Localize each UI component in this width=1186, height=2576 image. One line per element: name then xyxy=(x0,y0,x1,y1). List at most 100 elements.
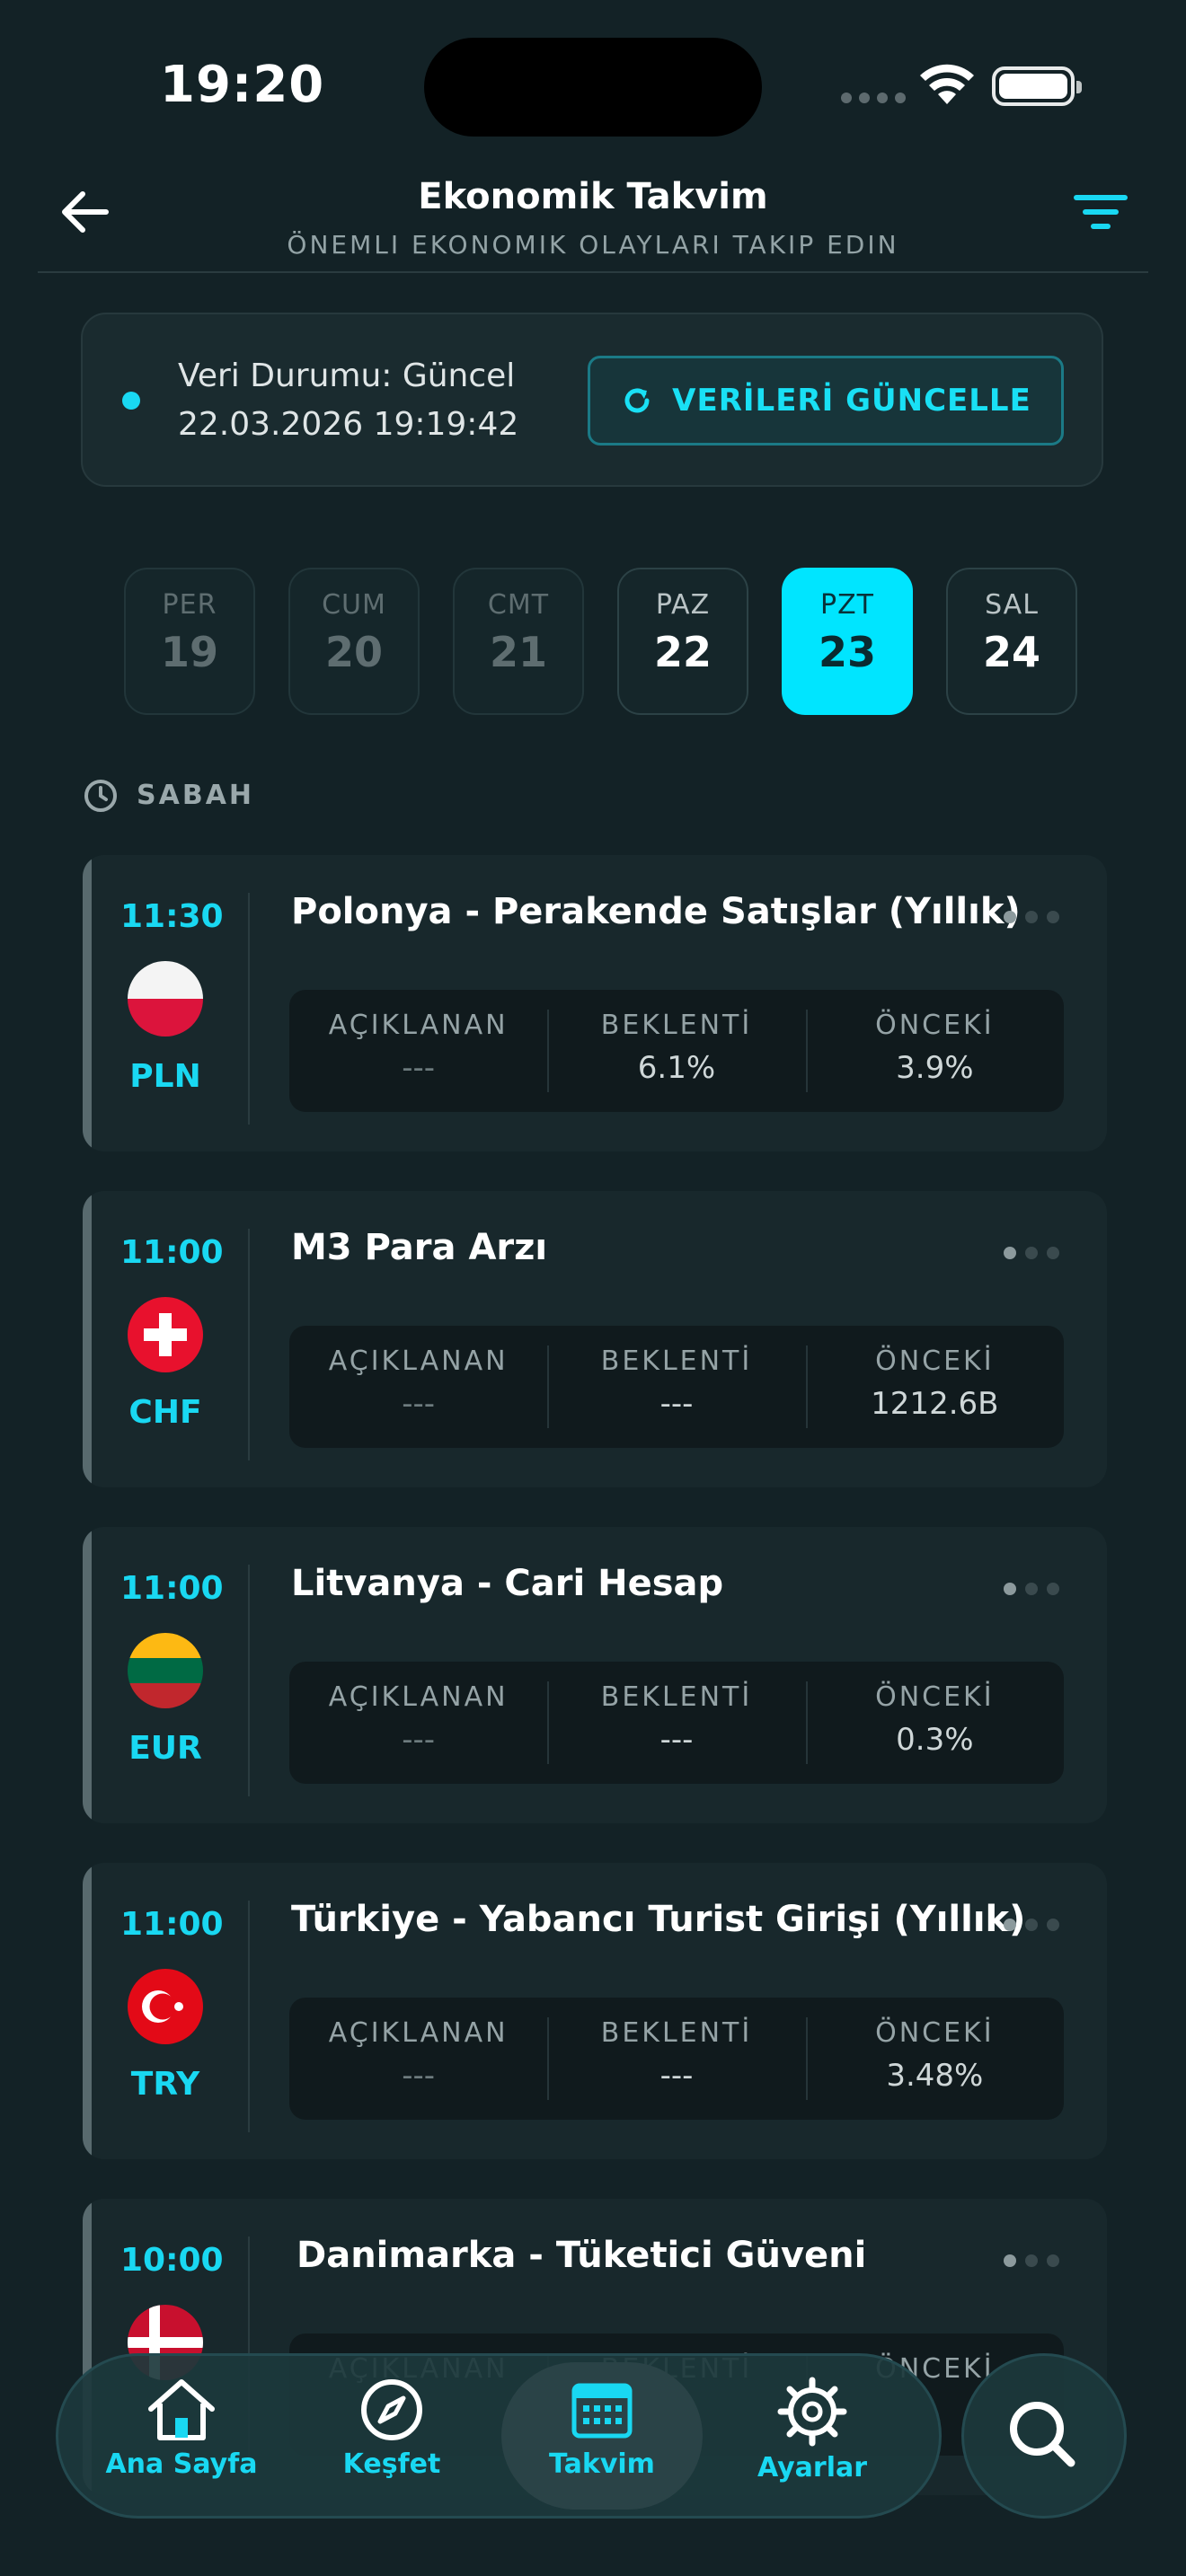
page-subtitle: ÖNEMLI EKONOMIK OLAYLARI TAKIP EDIN xyxy=(287,230,899,260)
compass-icon xyxy=(361,2379,422,2440)
tab-explore[interactable]: Keşfet xyxy=(291,2362,492,2510)
header-divider xyxy=(38,271,1148,273)
importance-dots xyxy=(1004,1247,1059,1259)
importance-dots xyxy=(1004,2254,1059,2267)
event-currency: PLN xyxy=(129,1058,201,1095)
importance-bar xyxy=(83,855,92,1151)
event-values: AÇIKLANAN --- BEKLENTİ 6.1% ÖNCEKİ 3.9% xyxy=(289,990,1064,1112)
section-label: SABAH xyxy=(137,780,255,811)
event-time: 11:00 xyxy=(120,1234,224,1271)
importance-dots xyxy=(1004,911,1059,923)
forecast-value: --- xyxy=(659,1386,694,1422)
tab-home-label: Ana Sayfa xyxy=(105,2448,258,2480)
refresh-button-label: VERİLERİ GÜNCELLE xyxy=(672,383,1031,419)
day-tab-per[interactable]: PER 19 xyxy=(124,568,255,715)
forecast-label: BEKLENTİ xyxy=(600,1345,753,1377)
refresh-data-button[interactable]: VERİLERİ GÜNCELLE xyxy=(588,356,1064,446)
data-status-timestamp: 22.03.2026 19:19:42 xyxy=(178,406,519,443)
importance-bar xyxy=(83,1527,92,1823)
battery-icon xyxy=(992,66,1082,106)
event-values: AÇIKLANAN --- BEKLENTİ --- ÖNCEKİ 1212.6B xyxy=(289,1326,1064,1448)
event-currency: EUR xyxy=(128,1730,202,1767)
day-date: 22 xyxy=(653,628,712,676)
day-tab-cmt[interactable]: CMT 21 xyxy=(453,568,584,715)
previous-label: ÖNCEKİ xyxy=(875,1681,995,1713)
turkey-flag-icon xyxy=(128,1969,203,2044)
day-name: CUM xyxy=(322,589,386,621)
tab-home[interactable]: Ana Sayfa xyxy=(81,2362,282,2510)
event-values: AÇIKLANAN --- BEKLENTİ --- ÖNCEKİ 3.48% xyxy=(289,1998,1064,2120)
day-name: SAL xyxy=(985,589,1039,621)
forecast-value: --- xyxy=(659,2058,694,2094)
event-card[interactable]: 11:00 CHF M3 Para Arzı AÇIKLANAN --- BEKL… xyxy=(83,1191,1107,1487)
home-icon xyxy=(148,2379,215,2440)
day-date: 24 xyxy=(982,628,1040,676)
day-name: PZT xyxy=(820,589,874,621)
clock-icon xyxy=(84,780,117,812)
day-name: CMT xyxy=(487,589,550,621)
actual-value: --- xyxy=(402,1050,436,1086)
day-tab-sal[interactable]: SAL 24 xyxy=(946,568,1077,715)
refresh-icon xyxy=(624,388,650,413)
status-indicator-dot xyxy=(122,392,140,410)
importance-dots xyxy=(1004,1919,1059,1931)
search-icon xyxy=(1010,2402,1075,2467)
tab-calendar-label: Takvim xyxy=(549,2448,655,2480)
actual-label: AÇIKLANAN xyxy=(328,1010,509,1041)
actual-label: AÇIKLANAN xyxy=(328,1681,509,1713)
poland-flag-icon xyxy=(128,961,203,1037)
tab-calendar-selected[interactable]: Takvim xyxy=(501,2362,703,2510)
tab-settings[interactable]: Ayarlar xyxy=(712,2362,913,2510)
page-title: Ekonomik Takvim xyxy=(418,176,768,217)
status-time: 19:20 xyxy=(160,56,325,114)
filter-icon[interactable] xyxy=(1069,190,1132,235)
actual-label: AÇIKLANAN xyxy=(328,1345,509,1377)
wifi-icon xyxy=(920,64,974,104)
forecast-label: BEKLENTİ xyxy=(600,2017,753,2049)
day-date: 20 xyxy=(324,628,383,676)
event-name: M3 Para Arzı xyxy=(291,1227,548,1268)
lithuania-flag-icon xyxy=(128,1633,203,1708)
importance-bar xyxy=(83,1191,92,1487)
actual-value: --- xyxy=(402,2058,436,2094)
importance-bar xyxy=(83,1863,92,2159)
previous-label: ÖNCEKİ xyxy=(875,1345,995,1377)
event-name: Polonya - Perakende Satışlar (Yıllık) xyxy=(291,891,1021,932)
divider xyxy=(248,1565,250,1796)
actual-value: --- xyxy=(402,1386,436,1422)
calendar-icon xyxy=(571,2383,633,2439)
day-date: 21 xyxy=(489,628,547,676)
day-tab-pzt-selected[interactable]: PZT 23 xyxy=(782,568,913,715)
search-button[interactable] xyxy=(961,2353,1127,2519)
previous-value: 0.3% xyxy=(896,1722,974,1758)
actual-label: AÇIKLANAN xyxy=(328,2017,509,2049)
event-name: Türkiye - Yabancı Turist Girişi (Yıllık) xyxy=(291,1899,1026,1940)
event-values: AÇIKLANAN --- BEKLENTİ --- ÖNCEKİ 0.3% xyxy=(289,1662,1064,1784)
previous-label: ÖNCEKİ xyxy=(875,2017,995,2049)
forecast-label: BEKLENTİ xyxy=(600,1681,753,1713)
gear-icon xyxy=(777,2377,847,2447)
day-name: PER xyxy=(162,589,217,621)
dynamic-island xyxy=(424,38,762,137)
divider xyxy=(248,1901,250,2132)
cellular-signal-icon xyxy=(841,93,906,103)
event-card[interactable]: 11:00 EUR Litvanya - Cari Hesap AÇIKLANA… xyxy=(83,1527,1107,1823)
switzerland-flag-icon xyxy=(128,1297,203,1372)
day-date: 19 xyxy=(160,628,218,676)
day-name: PAZ xyxy=(655,589,711,621)
previous-value: 3.9% xyxy=(896,1050,974,1086)
divider xyxy=(248,893,250,1125)
day-tab-cum[interactable]: CUM 20 xyxy=(288,568,420,715)
event-time: 11:00 xyxy=(120,1570,224,1607)
importance-dots xyxy=(1004,1583,1059,1595)
day-tab-paz[interactable]: PAZ 22 xyxy=(617,568,748,715)
event-name: Litvanya - Cari Hesap xyxy=(291,1563,724,1604)
forecast-value: 6.1% xyxy=(637,1050,716,1086)
event-time: 11:30 xyxy=(120,898,224,935)
event-card[interactable]: 11:30 PLN Polonya - Perakende Satışlar (… xyxy=(83,855,1107,1151)
day-date: 23 xyxy=(818,628,876,676)
event-card[interactable]: 11:00 TRY Türkiye - Yabancı Turist Giriş… xyxy=(83,1863,1107,2159)
event-name: Danimarka - Tüketici Güveni xyxy=(296,2235,867,2276)
tab-settings-label: Ayarlar xyxy=(757,2452,868,2483)
previous-value: 3.48% xyxy=(886,2058,984,2094)
